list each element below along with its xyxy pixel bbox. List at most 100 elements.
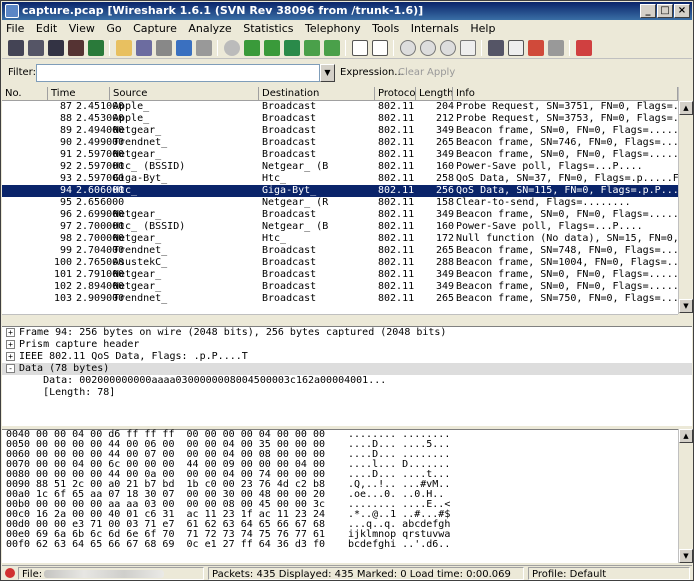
zoom-in-icon[interactable] — [400, 40, 416, 56]
expression-button[interactable]: Expression... — [340, 67, 404, 78]
col-source[interactable]: Source — [110, 87, 259, 101]
maximize-button[interactable]: □ — [657, 4, 673, 18]
packet-list-hscrollbar[interactable] — [2, 314, 678, 323]
clear-button[interactable]: Clear — [398, 67, 424, 78]
detail-row[interactable]: [Length: 78] — [2, 387, 692, 399]
preferences-icon[interactable] — [548, 40, 564, 56]
packet-row[interactable]: 95 2.656000 Netgear_ (R 802.11 158 Clear-to-s… — [2, 197, 678, 209]
help-icon[interactable] — [576, 40, 592, 56]
save-file-icon[interactable] — [136, 40, 152, 56]
restart-capture-icon[interactable] — [88, 40, 104, 56]
scroll-up-button[interactable]: ▲ — [679, 429, 693, 443]
packet-row[interactable]: 93 2.597000 Giga-Byt_ Htc_ 802.11 258 QoS Data… — [2, 173, 678, 185]
col-length[interactable]: Length — [416, 87, 453, 101]
packet-row[interactable]: 92 2.597000 Htc_ (BSSID) Netgear_ (B 802.11 1… — [2, 161, 678, 173]
detail-row[interactable]: - Data (78 bytes) — [2, 363, 692, 375]
expand-icon[interactable]: + — [6, 351, 15, 361]
go-to-packet-icon[interactable] — [284, 40, 300, 56]
col-destination[interactable]: Destination — [259, 87, 375, 101]
detail-row[interactable]: + IEEE 802.11 QoS Data, Flags: .p.P....T — [2, 351, 692, 363]
collapse-icon[interactable]: - — [6, 363, 15, 373]
packet-row[interactable]: 96 2.699000 Netgear_ Broadcast 802.11 349 Beac… — [2, 209, 678, 221]
filter-dropdown-button[interactable]: ▼ — [320, 64, 335, 82]
packet-list-header: No. Time Source Destination Protocol Len… — [2, 87, 692, 101]
expand-icon[interactable]: + — [6, 327, 15, 337]
bytes-scrollbar[interactable]: ▲ ▼ — [678, 429, 693, 563]
packet-list-scrollbar[interactable]: ▲ ▼ — [678, 87, 693, 314]
find-packet-icon[interactable] — [224, 40, 240, 56]
menu-edit[interactable]: Edit — [32, 20, 61, 37]
capture-filters-icon[interactable] — [488, 40, 504, 56]
packet-row[interactable]: 99 2.704000 Trendnet_ Broadcast 802.11 265 Bea… — [2, 245, 678, 257]
menu-help[interactable]: Help — [466, 20, 499, 37]
close-file-icon[interactable] — [156, 40, 172, 56]
col-no[interactable]: No. — [2, 87, 48, 101]
detail-row[interactable]: Data: 002000000000aaaa030000000800450000… — [2, 375, 692, 387]
cell-proto: 802.11 — [378, 137, 415, 148]
menu-statistics[interactable]: Statistics — [239, 20, 297, 37]
back-icon[interactable] — [244, 40, 260, 56]
detail-row[interactable]: + Prism capture header — [2, 339, 692, 351]
cell-len: 212 — [435, 113, 454, 124]
colorize-icon[interactable] — [352, 40, 368, 56]
cell-info: Beacon frame, SN=748, FN=0, Flags=.... — [456, 245, 678, 256]
packet-row[interactable]: 100 2.765000 AsustekC_ Broadcast 802.11 288 Be… — [2, 257, 678, 269]
packet-row[interactable]: 103 2.909000 Trendnet_ Broadcast 802.11 265 Be… — [2, 293, 678, 305]
menu-telephony[interactable]: Telephony — [301, 20, 365, 37]
hex-off: 00f0 — [6, 539, 31, 550]
display-filter-input[interactable] — [36, 64, 320, 82]
detail-row[interactable]: + Frame 94: 256 bytes on wire (2048 bits)… — [2, 327, 692, 339]
scroll-down-button[interactable]: ▼ — [679, 549, 693, 563]
scroll-down-button[interactable]: ▼ — [679, 299, 693, 313]
packet-row[interactable]: 97 2.700000 Htc_ (BSSID) Netgear_ (B 802.11 1… — [2, 221, 678, 233]
print-icon[interactable] — [196, 40, 212, 56]
autoscroll-icon[interactable] — [372, 40, 388, 56]
cell-proto: 802.11 — [378, 149, 415, 160]
hex-row[interactable]: 00f0 62 63 64 65 66 67 68 69 0c e1 27 ff … — [2, 540, 678, 550]
menu-file[interactable]: File — [2, 20, 28, 37]
cell-proto: 802.11 — [378, 161, 415, 172]
resize-columns-icon[interactable] — [460, 40, 476, 56]
expand-icon[interactable]: + — [6, 339, 15, 349]
col-time[interactable]: Time — [48, 87, 110, 101]
menu-tools[interactable]: Tools — [368, 20, 403, 37]
open-file-icon[interactable] — [116, 40, 132, 56]
interface-list-icon[interactable] — [8, 40, 24, 56]
cell-len: 160 — [435, 221, 454, 232]
menu-view[interactable]: View — [65, 20, 99, 37]
cell-info: Beacon frame, SN=0, FN=0, Flags=..... — [456, 281, 678, 292]
close-button[interactable]: × — [674, 4, 690, 18]
detail-text: Prism capture header — [19, 339, 140, 350]
status-profile[interactable]: Profile: Default — [528, 567, 690, 580]
packet-row[interactable]: 91 2.597000 Netgear_ Broadcast 802.11 349 Beac… — [2, 149, 678, 161]
minimize-button[interactable]: _ — [640, 4, 656, 18]
packet-row[interactable]: 90 2.499000 Trendnet_ Broadcast 802.11 265 Bea… — [2, 137, 678, 149]
apply-button[interactable]: Apply — [427, 67, 455, 78]
normal-size-icon[interactable] — [440, 40, 456, 56]
display-filters-icon[interactable] — [508, 40, 524, 56]
last-packet-icon[interactable] — [324, 40, 340, 56]
menu-go[interactable]: Go — [102, 20, 125, 37]
forward-icon[interactable] — [264, 40, 280, 56]
packet-row[interactable]: 87 2.451000 Apple_ Broadcast 802.11 204 Probe … — [2, 101, 678, 113]
packet-row[interactable]: 94 2.606000 Htc_ Giga-Byt_ 802.11 256 QoS Data… — [2, 185, 678, 197]
packet-row[interactable]: 102 2.894000 Netgear_ Broadcast 802.11 349 Bea… — [2, 281, 678, 293]
menu-capture[interactable]: Capture — [129, 20, 181, 37]
stop-capture-icon[interactable] — [68, 40, 84, 56]
menu-analyze[interactable]: Analyze — [184, 20, 235, 37]
zoom-out-icon[interactable] — [420, 40, 436, 56]
packet-row[interactable]: 89 2.494000 Netgear_ Broadcast 802.11 349 Beac… — [2, 125, 678, 137]
first-packet-icon[interactable] — [304, 40, 320, 56]
menu-internals[interactable]: Internals — [407, 20, 463, 37]
reload-icon[interactable] — [176, 40, 192, 56]
capture-options-icon[interactable] — [28, 40, 44, 56]
col-info[interactable]: Info — [453, 87, 678, 101]
col-protocol[interactable]: Protocol — [375, 87, 416, 101]
start-capture-icon[interactable] — [48, 40, 64, 56]
scroll-up-button[interactable]: ▲ — [679, 101, 693, 115]
coloring-rules-icon[interactable] — [528, 40, 544, 56]
packet-row[interactable]: 101 2.791000 Netgear_ Broadcast 802.11 349 Bea… — [2, 269, 678, 281]
packet-row[interactable]: 98 2.700000 Netgear_ Htc_ 802.11 172 Null func… — [2, 233, 678, 245]
expert-info-icon[interactable] — [5, 568, 15, 578]
packet-row[interactable]: 88 2.453000 Apple_ Broadcast 802.11 212 Probe … — [2, 113, 678, 125]
